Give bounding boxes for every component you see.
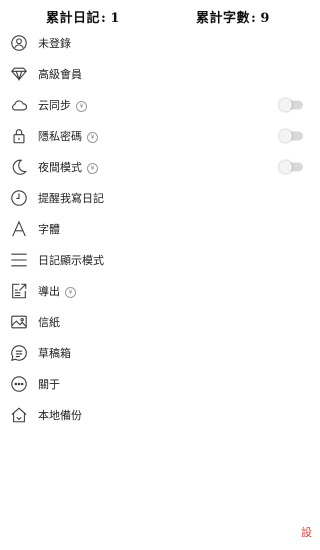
vip-badge-icon: ¥ (87, 162, 98, 174)
night-mode-toggle[interactable] (279, 160, 303, 173)
menu-item-label: 隱私密碼 ¥ (38, 128, 98, 144)
menu-item-cloud-sync[interactable]: 云同步 ¥ (0, 89, 320, 120)
menu-item-label: 日記顯示模式 (38, 253, 104, 267)
toggle-knob (279, 98, 292, 111)
menu-item-label: 導出 ¥ (38, 283, 76, 299)
menu-item-font[interactable]: 字體 (0, 213, 320, 244)
word-count-separator: : (251, 11, 257, 26)
menu-item-label: 信紙 (38, 315, 60, 329)
draft-icon (9, 343, 29, 363)
user-icon (9, 33, 29, 53)
moon-icon (9, 157, 29, 177)
menu-item-label: 字體 (38, 222, 60, 236)
lock-icon (9, 126, 29, 146)
image-icon (9, 312, 29, 332)
menu-item-login[interactable]: 未登錄 (0, 27, 320, 58)
clock-icon (9, 188, 29, 208)
menu-item-label: 草稿箱 (38, 346, 71, 360)
diamond-icon (9, 64, 29, 84)
diary-count-label: 累計日記 (46, 11, 101, 26)
cloud-icon (9, 95, 29, 115)
menu-item-about[interactable]: 關于 (0, 368, 320, 399)
menu-item-privacy-password[interactable]: 隱私密碼 ¥ (0, 120, 320, 151)
word-count-stat: 累計字數: 9 (196, 7, 270, 26)
menu-item-label: 高級會員 (38, 67, 82, 81)
diary-count-separator: : (101, 11, 107, 26)
menu-item-local-backup[interactable]: 本地備份 (0, 399, 320, 430)
menu-item-letter-paper[interactable]: 信紙 (0, 306, 320, 337)
menu-item-label: 關于 (38, 377, 60, 391)
settings-link[interactable]: 設 (301, 524, 312, 540)
vip-badge-icon: ¥ (65, 286, 76, 298)
font-icon (9, 219, 29, 239)
list-icon (9, 250, 29, 270)
toggle-knob (279, 129, 292, 142)
word-count-label: 累計字數 (196, 11, 251, 26)
diary-count-value: 1 (110, 11, 120, 26)
menu-item-display-mode[interactable]: 日記顯示模式 (0, 244, 320, 275)
diary-count-stat: 累計日記: 1 (46, 7, 120, 26)
home-backup-icon (9, 405, 29, 425)
vip-badge-icon: ¥ (76, 100, 87, 112)
privacy-password-toggle[interactable] (279, 129, 303, 142)
menu-item-label: 云同步 ¥ (38, 97, 87, 113)
menu-item-premium[interactable]: 高級會員 (0, 58, 320, 89)
toggle-knob (279, 160, 292, 173)
menu-item-label: 夜間模式 ¥ (38, 159, 98, 175)
more-icon (9, 374, 29, 394)
menu-item-label: 未登錄 (38, 36, 71, 50)
menu-item-label: 本地備份 (38, 408, 82, 422)
menu-item-export[interactable]: 導出 ¥ (0, 275, 320, 306)
menu-item-label: 提醒我寫日記 (38, 191, 104, 205)
settings-menu: 未登錄 高級會員 云同步 ¥ 隱私密碼 ¥ 夜間模式 ¥ 提醒我寫日記 字體 日… (0, 27, 320, 430)
cloud-sync-toggle[interactable] (279, 98, 303, 111)
vip-badge-icon: ¥ (87, 131, 98, 143)
word-count-value: 9 (260, 11, 270, 26)
export-icon (9, 281, 29, 301)
menu-item-reminder[interactable]: 提醒我寫日記 (0, 182, 320, 213)
menu-item-night-mode[interactable]: 夜間模式 ¥ (0, 151, 320, 182)
menu-item-drafts[interactable]: 草稿箱 (0, 337, 320, 368)
